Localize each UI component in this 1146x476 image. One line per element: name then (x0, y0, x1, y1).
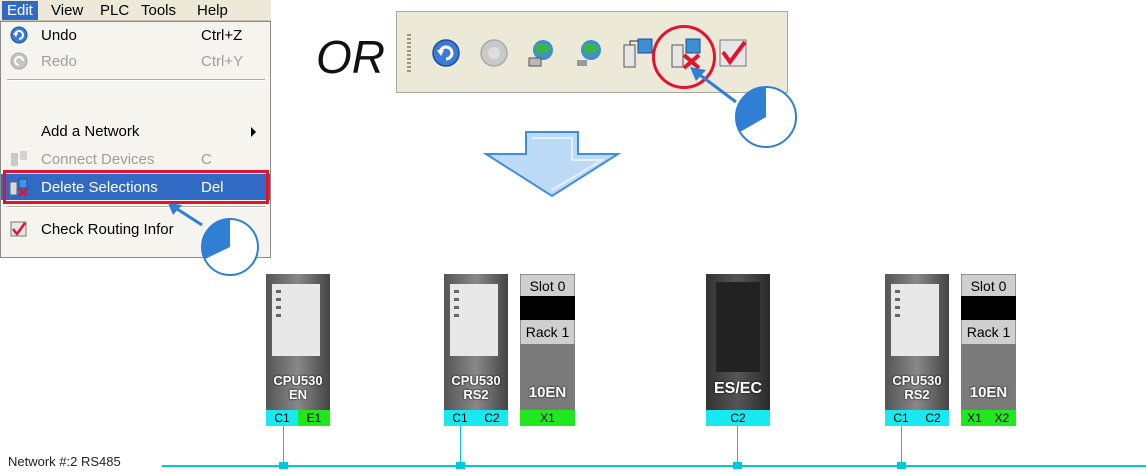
down-arrow-icon (482, 131, 622, 198)
add-network-label: Add a Network (41, 123, 140, 140)
port-c1[interactable]: C1 (444, 410, 476, 426)
device-name: CPU530 (892, 373, 942, 388)
check-routing-icon (10, 221, 27, 237)
network-label: Network #:2 RS485 (8, 454, 121, 469)
connection-line (901, 426, 902, 466)
menu-item-add-network[interactable]: Add a Network (1, 118, 270, 144)
redo-label: Redo (41, 53, 77, 70)
connection-line (460, 426, 461, 466)
device-name: CPU530 (273, 373, 323, 388)
port-c2[interactable]: C2 (476, 410, 508, 426)
device-name: ES/EC (713, 380, 762, 397)
connect-devices-shortcut: C (201, 151, 212, 168)
port-x1[interactable]: X1 (961, 410, 988, 426)
undo-icon[interactable] (429, 36, 463, 70)
connect-devices-label: Connect Devices (41, 151, 155, 168)
menubar: Edit View PLC Tools Help (0, 0, 271, 21)
port-c1[interactable]: C1 (266, 410, 298, 426)
toolbar-grip[interactable] (407, 34, 411, 74)
port-c2[interactable]: C2 (706, 410, 770, 426)
network-icon[interactable] (525, 36, 559, 70)
or-text: OR (316, 31, 385, 83)
device-cpu530-rs2-b[interactable]: CPU530 RS2 C1 C2 Slot 0 Rack 1 10EN X1 X… (885, 274, 1016, 426)
device-subname: EN (288, 387, 308, 402)
menu-help[interactable]: Help (192, 1, 233, 20)
connect-devices-icon (11, 151, 27, 166)
menu-view[interactable]: View (46, 1, 88, 20)
network-tap (733, 462, 742, 469)
menu-tools[interactable]: Tools (136, 1, 181, 20)
submenu-arrow-icon (251, 127, 256, 137)
device-name: CPU530 (451, 373, 501, 388)
menu-separator (7, 79, 265, 81)
rack-label: Rack 1 (525, 324, 570, 340)
click-indicator-toolbar (690, 67, 797, 148)
slot-label: Slot 0 (529, 278, 566, 294)
menu-item-connect-devices[interactable]: Connect Devices C (1, 146, 270, 172)
module-label: 10EN (969, 384, 1008, 401)
module-label: 10EN (528, 384, 567, 401)
port-c2[interactable]: C2 (917, 410, 949, 426)
network-line (162, 465, 1146, 467)
slot-label: Slot 0 (970, 278, 1007, 294)
menu-item-undo[interactable]: Undo Ctrl+Z (1, 22, 270, 48)
port-c1[interactable]: C1 (885, 410, 917, 426)
menu-edit[interactable]: Edit (2, 1, 38, 20)
undo-label: Undo (41, 27, 77, 44)
network-tap (897, 462, 906, 469)
check-routing-label: Check Routing Infor (41, 221, 174, 238)
menu-plc[interactable]: PLC (95, 1, 134, 20)
device-es-ec[interactable]: ES/EC C2 (706, 274, 770, 426)
rack-label: Rack 1 (966, 324, 1011, 340)
click-indicator-menu (168, 203, 259, 276)
port-x1[interactable]: X1 (520, 410, 575, 426)
network-alt-icon[interactable] (573, 36, 607, 70)
undo-shortcut: Ctrl+Z (201, 27, 243, 44)
menu-item-redo[interactable]: Redo Ctrl+Y (1, 48, 270, 74)
port-e1[interactable]: E1 (298, 410, 330, 426)
connection-line (737, 426, 738, 466)
port-x2[interactable]: X2 (988, 410, 1016, 426)
connect-devices-icon[interactable] (621, 36, 655, 70)
network-tap (456, 462, 465, 469)
redo-shortcut: Ctrl+Y (201, 53, 244, 70)
network-tap (279, 462, 288, 469)
device-cpu530-en[interactable]: CPU530 EN C1 E1 (266, 274, 330, 426)
device-subname: RS2 (904, 387, 930, 402)
device-subname: RS2 (463, 387, 489, 402)
redo-icon[interactable] (477, 36, 511, 70)
device-cpu530-rs2[interactable]: CPU530 RS2 C1 C2 Slot 0 Rack 1 10EN X1 (444, 274, 575, 426)
connection-line (283, 426, 284, 466)
redo-icon (10, 52, 28, 70)
undo-icon (10, 26, 28, 44)
